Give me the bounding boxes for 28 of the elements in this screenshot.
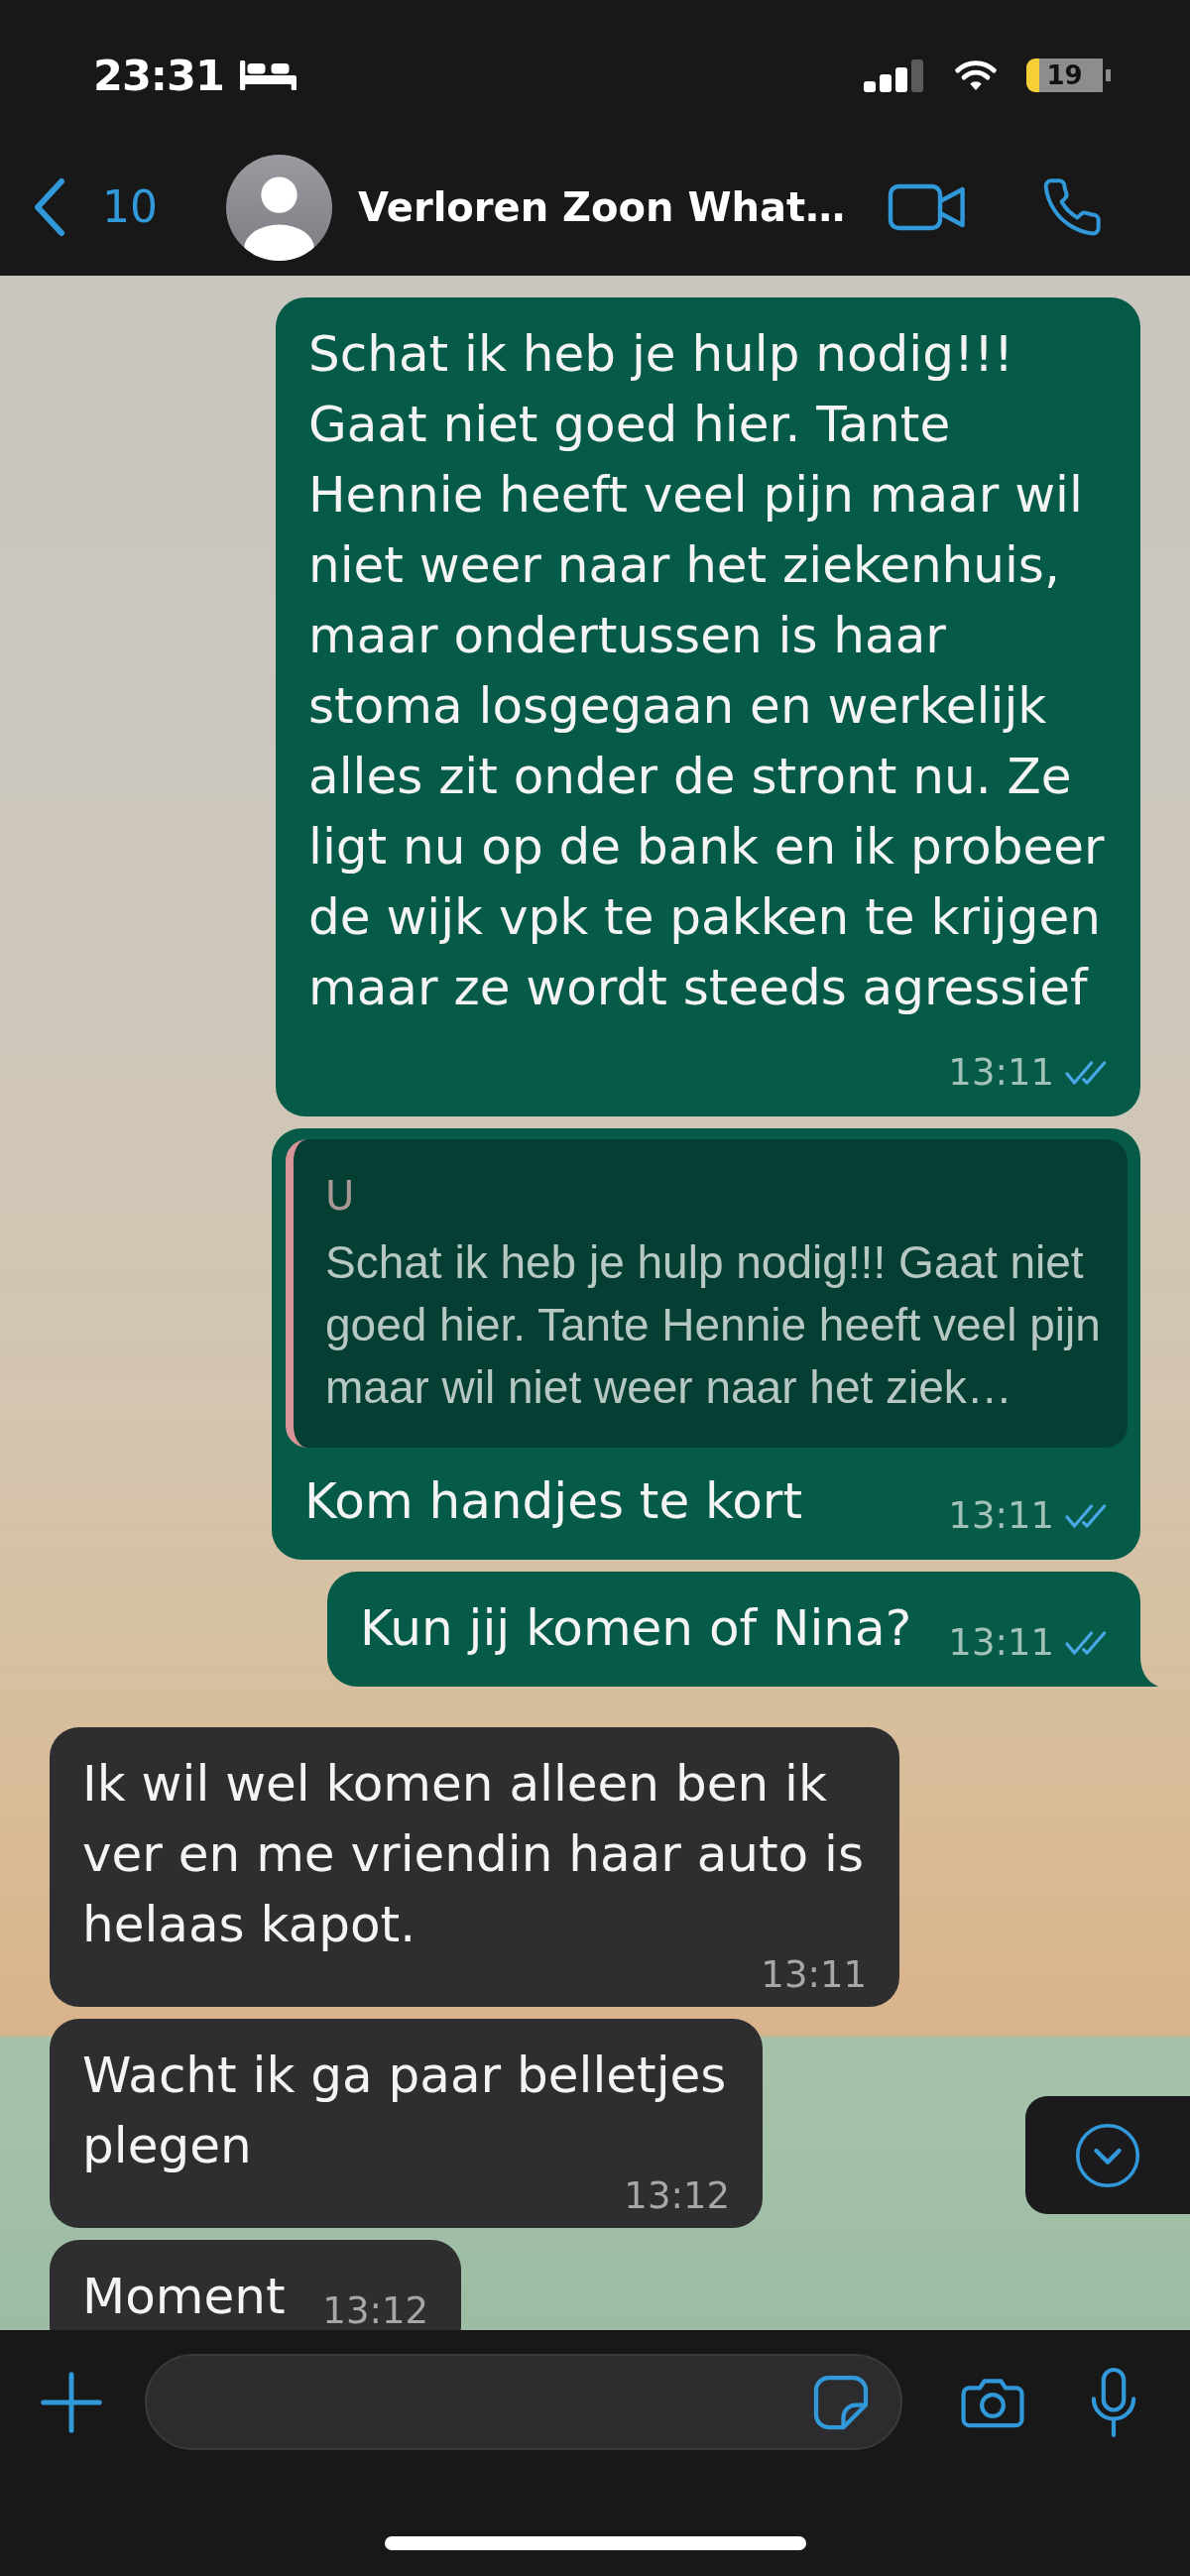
message-text: Schat ik heb je hulp nodig!!! Gaat niet goed hier. Tante Hennie heeft veel pijn maar wil niet weer naar het ziekenhuis, maar ondertussen is haar stoma losgegaan en werkelijk alles zit onder de stront nu. Ze ligt nu op de bank en ik probeer de wijk vpk te pakken te krijgen maar ze wordt steeds agressief bbox=[308, 325, 1105, 1016]
message-time: 13:12 bbox=[322, 2289, 428, 2330]
quote-author: U bbox=[325, 1172, 356, 1221]
message-time: 13:11 bbox=[948, 1494, 1054, 1538]
message-text: Ik wil wel komen alleen ben ik ver en me vriendin haar auto is helaas kapot. bbox=[82, 1755, 864, 1953]
message-time: 13:11 bbox=[761, 1955, 867, 1995]
back-button[interactable]: 10 bbox=[30, 177, 158, 237]
quoted-message[interactable]: U Schat ik heb je hulp nodig!!! Gaat niet goed hier. Tante Hennie heeft veel pijn maar wil niet weer naar het ziek… bbox=[286, 1139, 1128, 1448]
message-text: Moment bbox=[82, 2268, 286, 2325]
signal-icon bbox=[864, 59, 925, 92]
chevron-down-circle-icon bbox=[1075, 2122, 1140, 2188]
battery-indicator: 19 bbox=[1026, 59, 1111, 92]
chat-title[interactable]: Verloren Zoon What… bbox=[358, 183, 846, 231]
plus-icon[interactable] bbox=[41, 2371, 102, 2433]
bed-icon bbox=[239, 60, 297, 90]
message-text: Wacht ik ga paar belletjes plegen bbox=[82, 2047, 727, 2174]
message-time: 13:11 bbox=[948, 1621, 1054, 1665]
status-time: 23:31 bbox=[93, 54, 224, 97]
avatar-icon[interactable] bbox=[226, 154, 332, 261]
wifi-icon bbox=[955, 59, 997, 91]
message-text: Kom handjes te kort bbox=[304, 1472, 803, 1530]
video-camera-icon[interactable] bbox=[888, 182, 967, 232]
microphone-icon[interactable] bbox=[1090, 2366, 1137, 2438]
message-time: 13:12 bbox=[624, 2176, 730, 2216]
message-time: 13:11 bbox=[948, 1051, 1054, 1095]
quote-text: Schat ik heb je hulp nodig!!! Gaat niet goed hier. Tante Hennie heeft veel pijn maar wil niet weer naar het ziek… bbox=[325, 1235, 1102, 1415]
message-text: Kun jij komen of Nina? bbox=[360, 1599, 912, 1657]
scroll-down-button[interactable] bbox=[1025, 2096, 1190, 2214]
